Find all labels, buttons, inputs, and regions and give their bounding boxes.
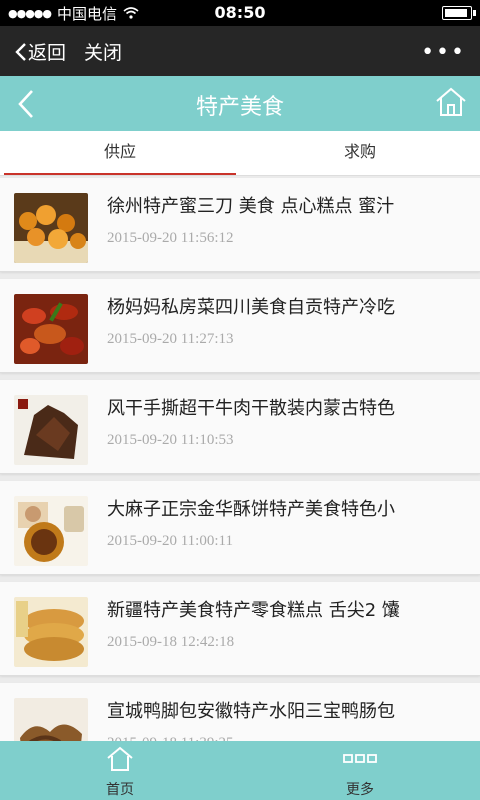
tab-supply[interactable]: 供应 [0,131,240,175]
item-name: 大麻子正宗金华酥饼特产美食特色小 [107,499,395,520]
close-button[interactable]: 关闭 [84,38,122,65]
product-thumbnail [14,597,88,667]
browser-top-bar: 返回 关闭 ••• [0,26,480,76]
list-item[interactable]: 大麻子正宗金华酥饼特产美食特色小 2015-09-20 11:00:11 [0,481,480,575]
bottom-nav: 首页 更多 [0,741,480,800]
back-button[interactable]: 返回 [14,38,66,65]
list-item[interactable]: 风干手撕超干牛肉干散装内蒙古特色 2015-09-20 11:10:53 [0,380,480,474]
home-icon [436,87,466,116]
product-list: 徐州特产蜜三刀 美食 点心糕点 蜜汁 2015-09-20 11:56:12 杨… [0,178,480,784]
status-bar: ●●●●● 中国电信 08:50 [0,0,480,26]
product-thumbnail [14,496,88,566]
list-item[interactable]: 杨妈妈私房菜四川美食自贡特产冷吃 2015-09-20 11:27:13 [0,279,480,373]
more-dots-icon[interactable]: ••• [421,40,466,65]
list-item[interactable]: 新疆特产美食特产零食糕点 舌尖2 馕 2015-09-18 12:42:18 [0,582,480,676]
tab-bar: 供应 求购 [0,131,480,176]
header-home-button[interactable] [434,86,468,122]
item-name: 风干手撕超干牛肉干散装内蒙古特色 [107,398,395,419]
page-title: 特产美食 [195,95,284,120]
grid-icon [343,754,377,763]
list-item[interactable]: 徐州特产蜜三刀 美食 点心糕点 蜜汁 2015-09-20 11:56:12 [0,178,480,272]
item-date: 2015-09-20 11:27:13 [107,331,234,347]
item-name: 杨妈妈私房菜四川美食自贡特产冷吃 [107,297,395,318]
tab-purchase[interactable]: 求购 [240,131,480,175]
chevron-left-icon [15,42,26,61]
item-date: 2015-09-20 11:00:11 [107,533,233,549]
bottom-nav-home[interactable]: 首页 [0,741,240,800]
product-thumbnail [14,395,88,465]
home-icon [107,746,133,771]
item-name: 宣城鸭脚包安徽特产水阳三宝鸭肠包 [107,701,395,722]
status-time: 08:50 [214,3,266,22]
back-label: 返回 [28,42,67,64]
item-date: 2015-09-20 11:10:53 [107,432,234,448]
bottom-nav-home-label: 首页 [106,782,134,798]
item-date: 2015-09-18 12:42:18 [107,634,235,650]
bottom-nav-more[interactable]: 更多 [240,741,480,800]
item-date: 2015-09-20 11:56:12 [107,230,234,246]
battery-icon [442,6,476,20]
page-header: 特产美食 [0,76,480,131]
product-thumbnail [14,294,88,364]
product-thumbnail [14,193,88,263]
item-name: 新疆特产美食特产零食糕点 舌尖2 馕 [107,600,400,621]
bottom-nav-more-label: 更多 [346,782,374,798]
item-name: 徐州特产蜜三刀 美食 点心糕点 蜜汁 [107,196,395,217]
